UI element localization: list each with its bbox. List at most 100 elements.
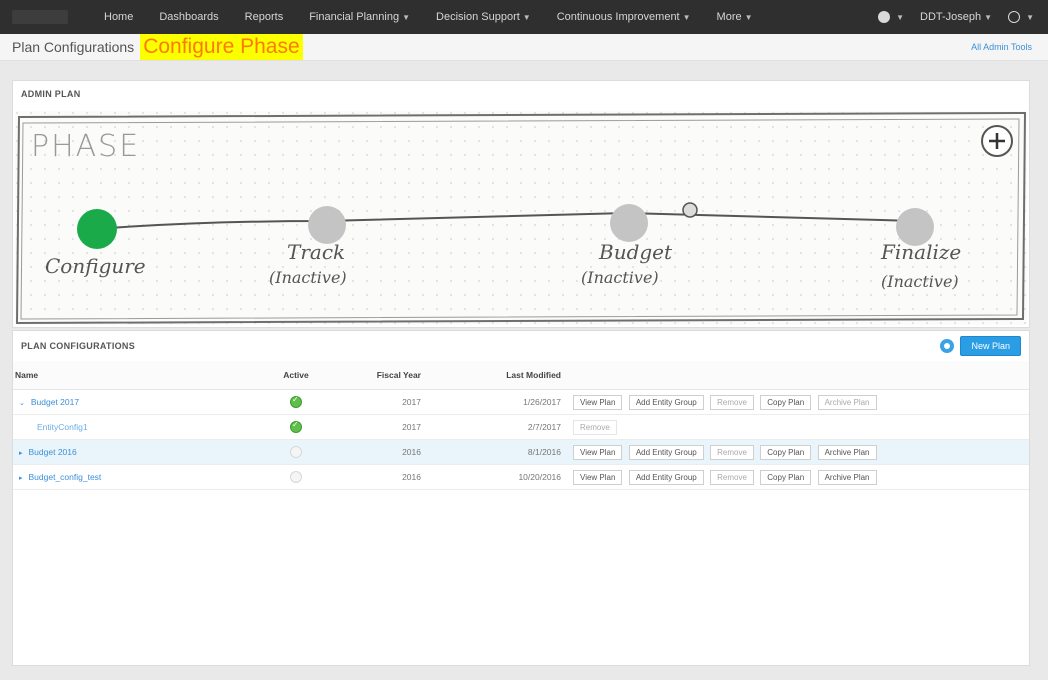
row-actions: View Plan Add Entity Group Remove Copy P…	[571, 389, 1029, 415]
remove-button[interactable]: Remove	[710, 394, 754, 410]
plan-name-link[interactable]: Budget 2017	[31, 397, 79, 407]
table-row: ⌄ Budget 2017 2017 1/26/2017 View Plan Ad…	[13, 389, 1029, 415]
page-title: Plan Configurations	[12, 39, 135, 55]
table-row: ▸ Budget_config_test 2016 10/20/2016 View…	[13, 464, 1029, 490]
phase-budget-status: (Inactive)	[581, 268, 659, 287]
column-last-modified[interactable]: Last Modified	[431, 361, 571, 390]
row-fiscal-year: 2016	[321, 464, 431, 490]
row-last-modified: 10/20/2016	[431, 464, 571, 490]
gear-icon[interactable]	[940, 339, 955, 353]
table-header: Name Active Fiscal Year Last Modified	[13, 361, 1029, 390]
help-icon	[1008, 11, 1021, 24]
archive-plan-button[interactable]: Archive Plan	[817, 444, 877, 460]
copy-plan-button[interactable]: Copy Plan	[760, 444, 812, 460]
phase-panel: ADMIN PLAN PHASE Configure Track (Inacti…	[12, 80, 1030, 328]
remove-button[interactable]: Remove	[573, 419, 617, 435]
row-name-cell: EntityConfig1	[13, 414, 271, 440]
sketch-title: PHASE	[31, 129, 140, 164]
row-name-cell: ▸ Budget 2016	[13, 439, 271, 465]
plan-configurations-title: PLAN CONFIGURATIONS	[21, 341, 136, 351]
phase-configure-node	[77, 209, 117, 249]
remove-button[interactable]: Remove	[710, 469, 754, 485]
dot-grid	[15, 111, 1027, 325]
column-fiscal-year[interactable]: Fiscal Year	[321, 361, 431, 390]
view-plan-button[interactable]: View Plan	[573, 469, 623, 485]
add-entity-group-button[interactable]: Add Entity Group	[628, 394, 704, 410]
inactive-indicator-icon	[290, 471, 302, 483]
nav-continuous-improvement[interactable]: Continuous Improvement ▼	[557, 11, 691, 23]
active-check-icon	[290, 395, 302, 408]
nav-home[interactable]: Home	[104, 11, 133, 23]
globe-menu[interactable]: ▼	[878, 11, 905, 24]
remove-button[interactable]: Remove	[710, 444, 754, 460]
chevron-right-icon[interactable]: ▸	[19, 450, 23, 457]
row-actions: Remove	[571, 414, 1029, 440]
phase-finalize-label: Finalize	[880, 240, 961, 264]
phase-configure-label: Configure	[45, 254, 146, 278]
phase-budget-node	[610, 204, 648, 242]
copy-plan-button[interactable]: Copy Plan	[760, 394, 812, 410]
zoom-in-button[interactable]	[981, 125, 1013, 157]
chevron-down-icon: ▼	[896, 12, 905, 22]
inactive-indicator-icon	[290, 446, 302, 458]
connector-node	[682, 202, 698, 218]
nav-financial-planning[interactable]: Financial Planning ▼	[309, 11, 410, 23]
chevron-down-icon[interactable]: ⌄	[19, 400, 25, 407]
column-name[interactable]: Name	[13, 361, 271, 390]
column-active[interactable]: Active	[271, 361, 321, 390]
chevron-down-icon: ▼	[402, 13, 411, 22]
title-bar: Plan Configurations Configure Phase All …	[0, 34, 1048, 61]
column-actions	[571, 361, 1029, 390]
plan-name-link[interactable]: Budget 2016	[29, 447, 77, 457]
copy-plan-button[interactable]: Copy Plan	[760, 469, 812, 485]
row-active-cell	[271, 464, 321, 490]
add-entity-group-button[interactable]: Add Entity Group	[628, 469, 704, 485]
add-entity-group-button[interactable]: Add Entity Group	[628, 444, 704, 460]
plan-name-link[interactable]: Budget_config_test	[29, 472, 102, 482]
phase-sketch: PHASE Configure Track (Inactive) Budget …	[15, 111, 1027, 330]
phase-track-node	[308, 206, 346, 244]
row-last-modified: 2/7/2017	[431, 414, 571, 440]
user-menu[interactable]: DDT-Joseph ▼	[920, 11, 992, 23]
row-last-modified: 1/26/2017	[431, 389, 571, 415]
row-fiscal-year: 2017	[321, 389, 431, 415]
archive-plan-button[interactable]: Archive Plan	[817, 469, 877, 485]
row-fiscal-year: 2016	[321, 439, 431, 465]
row-actions: View Plan Add Entity Group Remove Copy P…	[571, 439, 1029, 465]
row-active-cell	[271, 439, 321, 465]
top-nav: Home Dashboards Reports Financial Planni…	[0, 0, 1048, 34]
highlight-label: Configure Phase	[140, 34, 303, 60]
active-check-icon	[290, 420, 302, 433]
row-active-cell	[271, 414, 321, 440]
nav-dashboards[interactable]: Dashboards	[159, 11, 218, 23]
nav-more[interactable]: More ▼	[717, 11, 753, 23]
nav-decision-support[interactable]: Decision Support ▼	[436, 11, 531, 23]
phase-finalize-status: (Inactive)	[881, 272, 959, 291]
row-fiscal-year: 2017	[321, 414, 431, 440]
user-name: DDT-Joseph	[920, 11, 982, 23]
archive-plan-button[interactable]: Archive Plan	[817, 394, 877, 410]
row-name-cell: ▸ Budget_config_test	[13, 464, 271, 490]
admin-tools-link[interactable]: All Admin Tools	[971, 42, 1032, 52]
row-last-modified: 8/1/2016	[431, 439, 571, 465]
nav-reports[interactable]: Reports	[245, 11, 284, 23]
globe-icon	[878, 11, 891, 24]
new-plan-button[interactable]: New Plan	[960, 336, 1021, 356]
row-actions: View Plan Add Entity Group Remove Copy P…	[571, 464, 1029, 490]
view-plan-button[interactable]: View Plan	[573, 394, 623, 410]
plan-configurations-header: PLAN CONFIGURATIONS New Plan	[13, 331, 1029, 361]
chevron-right-icon[interactable]: ▸	[19, 475, 23, 482]
nav-more-label: More	[716, 11, 742, 23]
logo[interactable]	[0, 0, 80, 34]
table-header-row: Name Active Fiscal Year Last Modified	[13, 361, 1029, 390]
nav-decision-support-label: Decision Support	[436, 11, 520, 23]
row-active-cell	[271, 389, 321, 415]
plan-configurations-toolbar: New Plan	[940, 336, 1021, 356]
chevron-down-icon: ▼	[984, 13, 993, 22]
plan-configurations-table: Name Active Fiscal Year Last Modified ⌄ B…	[13, 361, 1029, 490]
chevron-down-icon: ▼	[744, 13, 753, 22]
entity-config-link[interactable]: EntityConfig1	[15, 422, 88, 432]
view-plan-button[interactable]: View Plan	[573, 444, 623, 460]
nav-financial-planning-label: Financial Planning	[309, 11, 400, 23]
help-menu[interactable]: ▼	[1008, 11, 1034, 24]
